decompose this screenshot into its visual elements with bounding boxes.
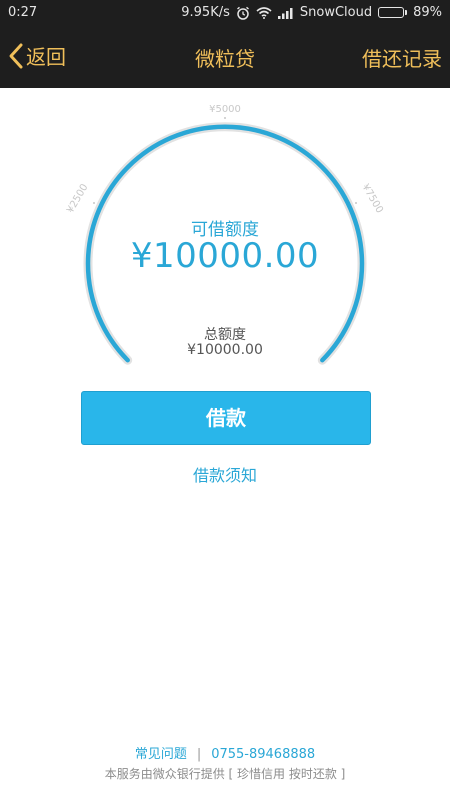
available-credit-amount: ¥10000.00 [130,236,320,276]
tick-dot-2500 [93,202,95,204]
battery-percent: 89% [413,5,442,20]
status-bar: 0:27 9.95K/s SnowCloud 89% [0,0,450,26]
total-credit-amount: ¥10000.00 [187,342,263,358]
wifi-icon [256,6,272,19]
tick-dot-5000 [224,117,226,119]
records-button[interactable]: 借还记录 [362,43,442,72]
status-time: 0:27 [8,5,38,20]
credit-gauge: ¥2500 ¥5000 ¥7500 可借额度 ¥10000.00 总额度 ¥10… [0,88,450,388]
alarm-icon [236,6,250,20]
total-credit-label: 总额度 [204,327,246,343]
faq-link[interactable]: 常见问题 [135,747,187,762]
borrow-notice-link[interactable]: 借款须知 [0,462,450,486]
nav-bar: 返回 微粒贷 借还记录 [0,26,450,88]
tick-label-2500: ¥2500 [65,182,90,215]
tick-dot-7500 [355,202,357,204]
footer-note: 本服务由微众银行提供 [ 珍惜信用 按时还款 ] [104,767,346,781]
tick-label-5000: ¥5000 [209,104,241,115]
status-right: 9.95K/s SnowCloud 89% [181,5,442,20]
phone-link[interactable]: 0755-89468888 [211,747,315,762]
tick-label-7500: ¥7500 [359,182,384,215]
footer-separator: | [196,747,202,762]
footer-links: 常见问题 | 0755-89468888 [0,743,450,762]
borrow-button[interactable]: 借款 [81,391,371,445]
signal-icon [277,7,294,19]
battery-icon [378,7,408,18]
network-speed: 9.95K/s [181,5,230,20]
carrier-name: SnowCloud [299,5,373,20]
